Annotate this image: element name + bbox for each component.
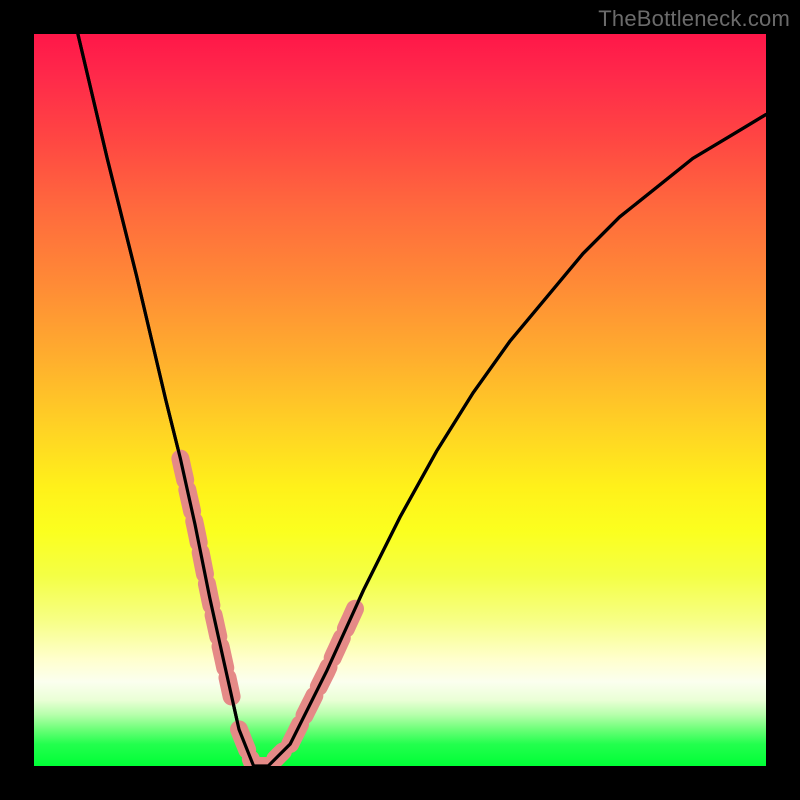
- bottleneck-curve: [78, 34, 766, 766]
- watermark-label: TheBottleneck.com: [598, 6, 790, 32]
- curve-overlay: [34, 34, 766, 766]
- plot-area: [34, 34, 766, 766]
- bottleneck-curve: [78, 34, 766, 766]
- chart-frame: TheBottleneck.com: [0, 0, 800, 800]
